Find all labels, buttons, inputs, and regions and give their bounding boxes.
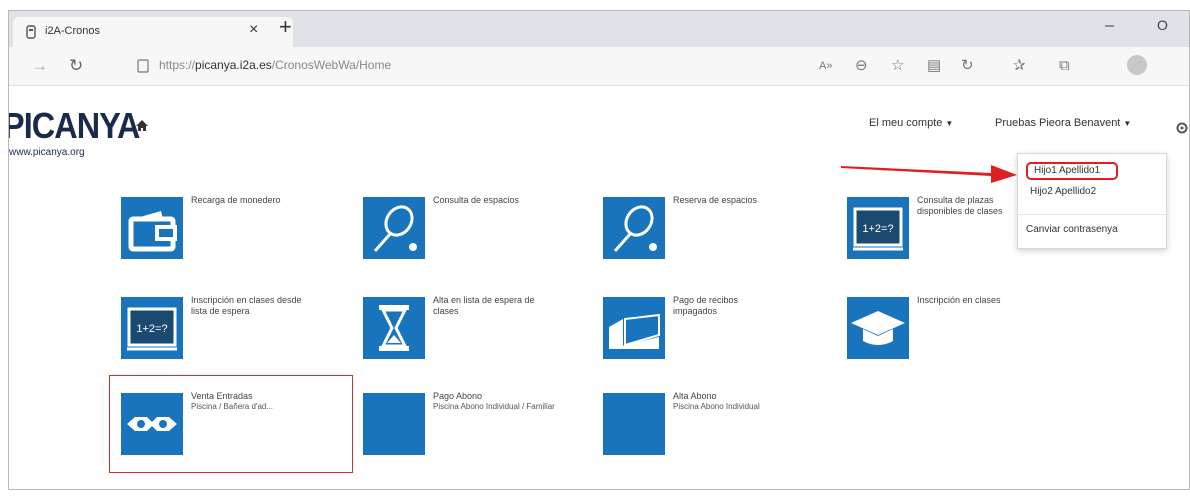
tile-title: Alta en lista de espera de clases bbox=[433, 295, 535, 316]
user-menu[interactable]: Pruebas Pieora Benavent ▼ bbox=[995, 117, 1131, 129]
logo-text: PICANYA bbox=[8, 105, 140, 146]
refresh-alt-icon[interactable]: ↻ bbox=[961, 57, 974, 75]
blackboard-icon: 1+2=? bbox=[121, 297, 183, 359]
hourglass-icon bbox=[363, 297, 425, 359]
tile-pago-abono[interactable]: Pago Abono Piscina Abono Individual / Fa… bbox=[363, 387, 595, 463]
tennis-racket-icon bbox=[363, 197, 425, 259]
home-icon[interactable] bbox=[135, 119, 149, 133]
chevron-down-icon: ▼ bbox=[1123, 119, 1132, 128]
gear-icon[interactable] bbox=[1175, 121, 1189, 135]
blank-icon bbox=[603, 393, 665, 455]
receipt-icon bbox=[603, 297, 665, 359]
wallet-icon bbox=[121, 197, 183, 259]
url-domain: picanya.i2a.es bbox=[195, 58, 272, 72]
blank-icon bbox=[363, 393, 425, 455]
tile-venta-entradas[interactable]: Venta Entradas Piscina / Bañera d'ad... bbox=[121, 387, 353, 463]
tab-close-icon[interactable]: × bbox=[249, 21, 258, 39]
maximize-button[interactable]: O bbox=[1157, 17, 1168, 33]
zoom-icon[interactable]: ⊖ bbox=[855, 57, 868, 75]
favorites-icon[interactable]: ✰ bbox=[1013, 57, 1026, 75]
tile-title: Inscripción en clases bbox=[917, 295, 1001, 305]
site-logo[interactable]: PICANYA www.picanya.org bbox=[9, 91, 140, 161]
browser-tab[interactable]: i2A-Cronos × bbox=[13, 17, 293, 47]
site-favicon-icon bbox=[26, 25, 36, 39]
user-dropdown-menu: Hijo1 Apellido1 Hijo2 Apellido2 Canviar … bbox=[1017, 153, 1167, 249]
minimize-button[interactable]: – bbox=[1105, 17, 1114, 35]
url-prefix: https:// bbox=[159, 58, 196, 72]
tile-title: Pago Abono bbox=[433, 391, 483, 401]
tile-consulta-plazas[interactable]: 1+2=? Consulta de plazas disponibles de … bbox=[847, 191, 1017, 267]
profile-icon[interactable] bbox=[1127, 55, 1147, 75]
tile-title: Reserva de espacios bbox=[673, 195, 758, 205]
collections-icon[interactable]: ▤ bbox=[927, 57, 941, 75]
tile-title: Venta Entradas bbox=[191, 391, 253, 401]
tile-subtitle: Piscina / Bañera d'ad... bbox=[191, 402, 274, 411]
tile-title: Pago de recibos impagados bbox=[673, 295, 739, 316]
tile-alta-lista-espera[interactable]: Alta en lista de espera de clases bbox=[363, 291, 595, 367]
tile-inscripcion-clases[interactable]: Inscripción en clases bbox=[847, 291, 1079, 367]
address-bar[interactable]: https://picanya.i2a.es/CronosWebWa/Home bbox=[159, 58, 391, 72]
browser-window: i2A-Cronos × + – O → ↻ https://picanya.i… bbox=[8, 10, 1190, 490]
tile-subtitle: Piscina Abono Individual / Familiar bbox=[433, 402, 555, 411]
navigation-bar: → ↻ https://picanya.i2a.es/CronosWebWa/H… bbox=[9, 47, 1189, 86]
tile-pago-recibos[interactable]: Pago de recibos impagados bbox=[603, 291, 835, 367]
tile-title: Alta Abono bbox=[673, 391, 717, 401]
graduation-cap-icon bbox=[847, 297, 909, 359]
account-menu[interactable]: El meu compte ▼ bbox=[869, 117, 953, 129]
page-info-icon[interactable] bbox=[137, 59, 149, 73]
tile-recarga-monedero[interactable]: Recarga de monedero bbox=[121, 191, 353, 267]
account-menu-label: El meu compte bbox=[869, 117, 943, 129]
tile-subtitle: Piscina Abono Individual bbox=[673, 402, 760, 411]
change-password-link[interactable]: Canviar contrasenya bbox=[1026, 224, 1118, 235]
tile-reserva-espacios[interactable]: Reserva de espacios bbox=[603, 191, 835, 267]
favorites-add-icon[interactable]: ☆ bbox=[891, 57, 904, 75]
chevron-down-icon: ▼ bbox=[945, 119, 954, 128]
url-path: /CronosWebWa/Home bbox=[271, 58, 392, 72]
annotation-arrow bbox=[841, 165, 1017, 183]
dropdown-divider bbox=[1018, 214, 1166, 215]
tab-strip: i2A-Cronos × + – O bbox=[9, 11, 1189, 47]
back-icon[interactable]: → bbox=[31, 56, 48, 76]
read-aloud-icon[interactable]: A» bbox=[819, 57, 832, 75]
share-icon[interactable]: ⧉ bbox=[1059, 57, 1070, 75]
svg-text:1+2=?: 1+2=? bbox=[136, 323, 167, 335]
new-tab-button[interactable]: + bbox=[279, 15, 292, 39]
dropdown-item-hijo2[interactable]: Hijo2 Apellido2 bbox=[1030, 186, 1096, 197]
svg-text:1+2=?: 1+2=? bbox=[862, 223, 893, 235]
tile-title: Consulta de plazas disponibles de clases bbox=[917, 195, 1003, 216]
tile-title: Recarga de monedero bbox=[191, 195, 281, 205]
tile-title: Inscripción en clases desde lista de esp… bbox=[191, 295, 302, 316]
tile-consulta-espacios[interactable]: Consulta de espacios bbox=[363, 191, 595, 267]
dropdown-item-hijo1[interactable]: Hijo1 Apellido1 bbox=[1034, 165, 1100, 176]
refresh-icon[interactable]: ↻ bbox=[69, 56, 83, 76]
tile-title: Consulta de espacios bbox=[433, 195, 520, 205]
tab-title: i2A-Cronos bbox=[45, 25, 101, 37]
blackboard-icon: 1+2=? bbox=[847, 197, 909, 259]
tile-inscripcion-lista-espera[interactable]: 1+2=? Inscripción en clases desde lista … bbox=[121, 291, 353, 367]
logo-subtext: www.picanya.org bbox=[9, 147, 85, 158]
tennis-racket-icon bbox=[603, 197, 665, 259]
user-menu-label: Pruebas Pieora Benavent bbox=[995, 117, 1121, 129]
tickets-icon bbox=[121, 393, 183, 455]
tile-alta-abono[interactable]: Alta Abono Piscina Abono Individual bbox=[603, 387, 835, 463]
